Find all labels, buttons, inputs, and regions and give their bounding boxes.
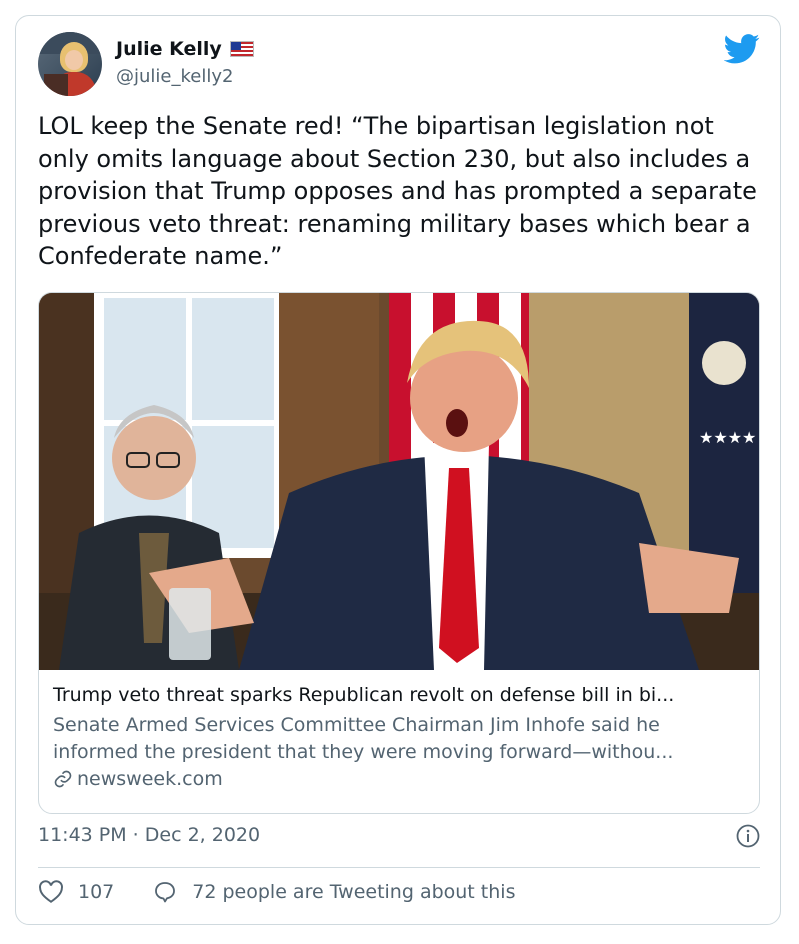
link-domain: newsweek.com <box>77 768 223 790</box>
tweet-timestamp[interactable]: 11:43 PM · Dec 2, 2020 <box>38 824 260 846</box>
avatar[interactable] <box>38 32 102 96</box>
link-meta: Trump veto threat sparks Republican revo… <box>39 670 759 813</box>
conversation-action[interactable]: 72 people are Tweeting about this <box>152 880 515 904</box>
svg-text:★★★★: ★★★★ <box>699 428 756 447</box>
tweet-text: LOL keep the Senate red! “The bipartisan… <box>38 112 757 270</box>
author-handle[interactable]: @julie_kelly2 <box>116 66 233 87</box>
divider <box>38 867 760 868</box>
us-flag-icon <box>229 41 254 57</box>
info-icon[interactable] <box>736 824 760 848</box>
author-row: Julie Kelly <box>116 38 254 60</box>
like-action[interactable]: 107 <box>38 880 114 904</box>
link-preview-card[interactable]: ★★★★ Trump veto threat sparks Republican… <box>38 292 760 814</box>
link-icon <box>54 770 72 788</box>
tweet-card: Julie Kelly @julie_kelly2 LOL keep the S… <box>15 15 781 925</box>
tweet-actions: 107 72 people are Tweeting about this <box>38 880 515 904</box>
reply-bubble-icon <box>155 882 176 903</box>
heart-icon <box>39 880 63 903</box>
author-name[interactable]: Julie Kelly <box>116 38 222 60</box>
link-title[interactable]: Trump veto threat sparks Republican revo… <box>53 684 747 706</box>
article-photo: ★★★★ <box>39 293 759 670</box>
link-description: Senate Armed Services Committee Chairman… <box>53 714 674 763</box>
like-count: 107 <box>78 881 115 903</box>
twitter-bird-icon[interactable] <box>724 34 760 64</box>
tweeting-about-text: 72 people are Tweeting about this <box>192 881 516 903</box>
link-domain-row[interactable]: newsweek.com <box>53 768 223 790</box>
